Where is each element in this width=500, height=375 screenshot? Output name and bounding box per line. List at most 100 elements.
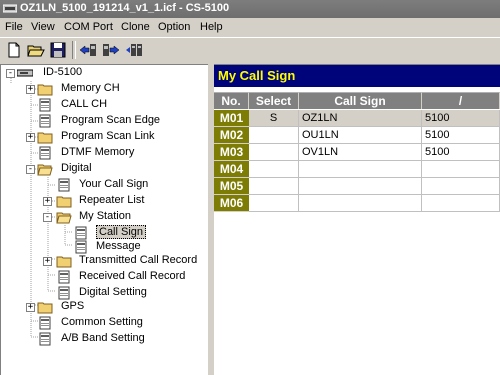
suffix-cell[interactable]: 5100 bbox=[422, 110, 500, 127]
expand-toggle[interactable]: + bbox=[26, 85, 35, 94]
page-icon bbox=[58, 178, 70, 192]
page-icon bbox=[58, 286, 70, 300]
select-cell[interactable] bbox=[249, 144, 299, 161]
tree-item-label: DTMF Memory bbox=[61, 146, 135, 158]
save-icon[interactable] bbox=[48, 40, 68, 60]
tree-item[interactable]: Received Call Record bbox=[1, 269, 208, 285]
tree-item-label: A/B Band Setting bbox=[61, 332, 145, 344]
menu-view[interactable]: View bbox=[31, 21, 55, 33]
collapse-toggle[interactable]: - bbox=[43, 213, 52, 222]
tree-item[interactable]: Your Call Sign bbox=[1, 177, 208, 193]
row-header[interactable]: M03 bbox=[214, 144, 249, 161]
folder-icon bbox=[56, 196, 72, 208]
tree-root[interactable]: - ID-5100 bbox=[1, 65, 208, 81]
tree-item-label: Digital bbox=[61, 162, 92, 174]
tree-item[interactable]: Program Scan Edge bbox=[1, 113, 208, 129]
select-cell[interactable] bbox=[249, 178, 299, 195]
menu-com-port[interactable]: COM Port bbox=[64, 21, 113, 33]
tree-item-label: Program Scan Edge bbox=[61, 114, 161, 126]
menu-clone[interactable]: Clone bbox=[121, 21, 150, 33]
tree-item[interactable]: A/B Band Setting bbox=[1, 331, 208, 347]
panel-title: My Call Sign bbox=[218, 68, 296, 83]
page-icon bbox=[75, 240, 87, 254]
suffix-cell[interactable] bbox=[422, 161, 500, 178]
panel-title-bar: My Call Sign bbox=[214, 65, 500, 87]
suffix-cell[interactable]: 5100 bbox=[422, 127, 500, 144]
tree-item-label: My Station bbox=[79, 210, 131, 222]
call-sign-cell[interactable] bbox=[299, 178, 422, 195]
tree-pane: - ID-5100 + Memory CH CALL CH Program Scan … bbox=[0, 64, 208, 375]
tree-item[interactable]: + GPS bbox=[1, 299, 208, 315]
tree-item[interactable]: - My Station bbox=[1, 209, 208, 225]
call-sign-cell[interactable] bbox=[299, 195, 422, 212]
menu-option[interactable]: Option bbox=[158, 21, 190, 33]
expand-toggle[interactable]: + bbox=[43, 257, 52, 266]
menu-help[interactable]: Help bbox=[200, 21, 223, 33]
column-header-suffix[interactable]: / bbox=[422, 92, 500, 109]
tree-item[interactable]: - Digital bbox=[1, 161, 208, 177]
tree-item[interactable]: CALL CH bbox=[1, 97, 208, 113]
tree-item-label: Your Call Sign bbox=[79, 178, 149, 190]
title-bar: OZ1LN_5100_191214_v1_1.icf - CS-5100 bbox=[0, 0, 500, 18]
read-from-radio-icon[interactable] bbox=[78, 40, 98, 60]
new-file-icon[interactable] bbox=[4, 40, 24, 60]
folder-icon bbox=[56, 256, 72, 268]
clone-icon[interactable] bbox=[124, 40, 144, 60]
suffix-cell[interactable]: 5100 bbox=[422, 144, 500, 161]
page-icon bbox=[39, 114, 51, 128]
tree-item-label: CALL CH bbox=[61, 98, 108, 110]
row-header[interactable]: M05 bbox=[214, 178, 249, 195]
expand-toggle[interactable]: + bbox=[26, 303, 35, 312]
expand-toggle[interactable]: + bbox=[26, 133, 35, 142]
menu-bar: File View COM Port Clone Option Help bbox=[0, 18, 500, 37]
select-cell[interactable]: S bbox=[249, 110, 299, 127]
tree-item[interactable]: + Memory CH bbox=[1, 81, 208, 97]
tree-item[interactable]: DTMF Memory bbox=[1, 145, 208, 161]
tree-item-label: Repeater List bbox=[79, 194, 145, 206]
page-icon bbox=[75, 226, 87, 240]
tree-item-label: Received Call Record bbox=[79, 270, 186, 282]
expand-toggle[interactable]: + bbox=[43, 197, 52, 206]
page-icon bbox=[39, 146, 51, 160]
open-folder-icon[interactable] bbox=[26, 40, 46, 60]
suffix-cell[interactable] bbox=[422, 195, 500, 212]
open-folder-icon bbox=[56, 212, 72, 224]
menu-file[interactable]: File bbox=[5, 21, 23, 33]
tree-item-label: Common Setting bbox=[61, 316, 143, 328]
toolbar-separator bbox=[72, 41, 76, 59]
collapse-toggle[interactable]: - bbox=[26, 165, 35, 174]
tree-root-label: ID-5100 bbox=[43, 66, 83, 78]
tree-item-label: Call Sign bbox=[96, 225, 147, 239]
call-sign-cell[interactable]: OV1LN bbox=[299, 144, 422, 161]
content-pane: My Call Sign No. Select Call Sign / M01 S… bbox=[214, 64, 500, 375]
suffix-cell[interactable] bbox=[422, 178, 500, 195]
select-cell[interactable] bbox=[249, 127, 299, 144]
column-header-select[interactable]: Select bbox=[249, 92, 299, 109]
tree-item-label: Transmitted Call Record bbox=[79, 254, 198, 266]
tree-item-label: GPS bbox=[61, 300, 85, 312]
row-header[interactable]: M01 bbox=[214, 110, 249, 127]
folder-icon bbox=[37, 84, 53, 96]
page-icon bbox=[58, 270, 70, 284]
row-header[interactable]: M04 bbox=[214, 161, 249, 178]
tree-item[interactable]: + Program Scan Link bbox=[1, 129, 208, 145]
select-cell[interactable] bbox=[249, 161, 299, 178]
tree-item[interactable]: + Transmitted Call Record bbox=[1, 253, 208, 269]
page-icon bbox=[39, 98, 51, 112]
call-sign-cell[interactable]: OU1LN bbox=[299, 127, 422, 144]
column-header-call-sign[interactable]: Call Sign bbox=[299, 92, 422, 109]
select-cell[interactable] bbox=[249, 195, 299, 212]
folder-icon bbox=[37, 302, 53, 314]
write-to-radio-icon[interactable] bbox=[101, 40, 121, 60]
collapse-toggle[interactable]: - bbox=[6, 69, 15, 78]
window-title: OZ1LN_5100_191214_v1_1.icf - CS-5100 bbox=[20, 2, 230, 14]
tree-item[interactable]: + Repeater List bbox=[1, 193, 208, 209]
row-header[interactable]: M02 bbox=[214, 127, 249, 144]
row-header[interactable]: M06 bbox=[214, 195, 249, 212]
toolbar bbox=[0, 37, 500, 65]
call-sign-cell[interactable] bbox=[299, 161, 422, 178]
column-header-no[interactable]: No. bbox=[214, 92, 249, 109]
page-icon bbox=[39, 316, 51, 330]
call-sign-cell[interactable]: OZ1LN bbox=[299, 110, 422, 127]
tree-item[interactable]: Common Setting bbox=[1, 315, 208, 331]
